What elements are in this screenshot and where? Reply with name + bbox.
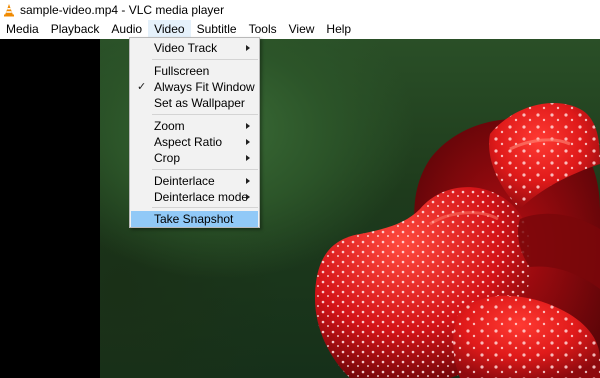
menu-item-deinterlace[interactable]: Deinterlace — [131, 173, 258, 189]
video-area[interactable] — [0, 39, 600, 378]
menu-item-label: Always Fit Window — [154, 80, 255, 94]
submenu-arrow-icon — [246, 155, 250, 161]
submenu-arrow-icon — [246, 139, 250, 145]
menu-item-set-as-wallpaper[interactable]: Set as Wallpaper — [131, 95, 258, 111]
menu-playback[interactable]: Playback — [45, 20, 106, 39]
menu-item-label: Crop — [154, 151, 181, 165]
menu-item-zoom[interactable]: Zoom — [131, 118, 258, 134]
menu-separator — [152, 59, 258, 60]
video-menu-dropdown: Video Track Fullscreen ✓ Always Fit Wind… — [129, 37, 260, 228]
menu-item-label: Take Snapshot — [154, 212, 234, 226]
vlc-cone-icon — [4, 4, 14, 17]
menu-separator — [152, 207, 258, 208]
menu-help[interactable]: Help — [320, 20, 357, 39]
menu-item-aspect-ratio[interactable]: Aspect Ratio — [131, 134, 258, 150]
menu-item-deinterlace-mode[interactable]: Deinterlace mode — [131, 189, 258, 205]
submenu-arrow-icon — [246, 194, 250, 200]
menu-item-label: Deinterlace mode — [154, 190, 249, 204]
menu-separator — [152, 114, 258, 115]
menu-media[interactable]: Media — [0, 20, 45, 39]
submenu-arrow-icon — [246, 178, 250, 184]
title-bar: sample-video.mp4 - VLC media player — [0, 0, 600, 20]
menu-view[interactable]: View — [283, 20, 321, 39]
menu-separator — [152, 169, 258, 170]
submenu-arrow-icon — [246, 45, 250, 51]
menu-item-label: Fullscreen — [154, 64, 210, 78]
menu-item-always-fit-window[interactable]: ✓ Always Fit Window — [131, 79, 258, 95]
menu-item-crop[interactable]: Crop — [131, 150, 258, 166]
menu-item-label: Video Track — [154, 41, 218, 55]
menu-item-video-track[interactable]: Video Track — [131, 40, 258, 56]
menu-item-take-snapshot[interactable]: Take Snapshot — [131, 211, 258, 227]
menu-item-label: Set as Wallpaper — [154, 96, 245, 110]
menu-item-label: Aspect Ratio — [154, 135, 223, 149]
submenu-arrow-icon — [246, 123, 250, 129]
menu-bar: Media Playback Audio Video Subtitle Tool… — [0, 20, 600, 39]
menu-item-fullscreen[interactable]: Fullscreen — [131, 63, 258, 79]
window-title: sample-video.mp4 - VLC media player — [20, 3, 225, 17]
menu-item-label: Deinterlace — [154, 174, 215, 188]
checkmark-icon: ✓ — [137, 81, 147, 93]
menu-item-label: Zoom — [154, 119, 185, 133]
